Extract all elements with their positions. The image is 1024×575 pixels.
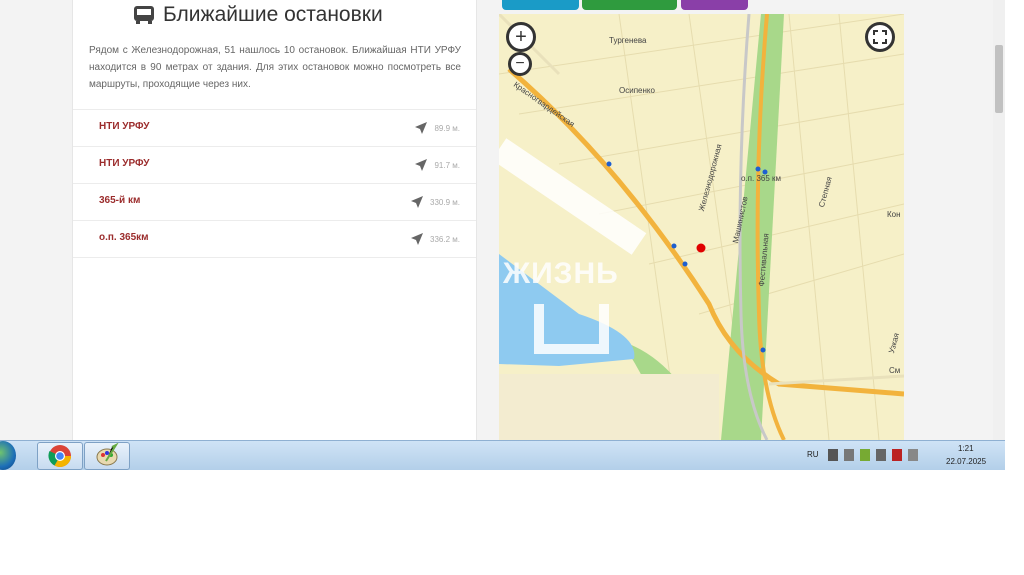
map-mode-button[interactable] (582, 0, 677, 10)
photo-mode-button[interactable] (681, 0, 748, 10)
stop-name[interactable]: НТИ УРФУ (99, 158, 149, 169)
clock-time[interactable]: 1:21 (958, 444, 974, 453)
fullscreen-icon (873, 30, 887, 44)
navigation-arrow-icon (415, 159, 428, 171)
stop-name[interactable]: о.п. 365км (99, 232, 149, 243)
paint-icon (96, 443, 119, 466)
app-tray-icon[interactable] (860, 449, 870, 461)
zoom-out-icon: − (515, 55, 525, 72)
stop-distance-value: 330.9 м. (430, 197, 460, 207)
stop-name[interactable]: 365-й км (99, 195, 140, 206)
zoom-in-icon: + (515, 26, 527, 48)
stop-row[interactable]: НТИ УРФУ 89.9 м. (73, 109, 476, 146)
scrollbar-thumb[interactable] (995, 45, 1003, 113)
stops-header: Ближайшие остановки (133, 0, 383, 30)
flag-icon[interactable] (844, 449, 854, 461)
street-label: Тургенева (609, 36, 647, 45)
network-icon[interactable] (828, 449, 838, 461)
volume-icon[interactable] (876, 449, 886, 461)
antivirus-icon[interactable] (892, 449, 902, 461)
navigation-arrow-icon (415, 122, 428, 134)
fullscreen-button[interactable] (865, 22, 895, 52)
stop-distance-value: 91.7 м. (434, 160, 460, 170)
windows-taskbar: RU 1:21 22.07.2025 (0, 440, 1005, 470)
zoom-out-button[interactable]: − (508, 52, 532, 76)
navigation-arrow-icon (411, 196, 424, 208)
stop-row[interactable]: НТИ УРФУ 91.7 м. (73, 146, 476, 183)
page-scrollbar[interactable] (993, 0, 1005, 440)
street-label: Осипенко (619, 86, 655, 95)
street-label: Кон (887, 210, 901, 219)
stop-row[interactable]: 365-й км 330.9 м. (73, 183, 476, 220)
navigation-arrow-icon (411, 233, 424, 245)
stops-description: Рядом с Железнодорожная, 51 нашлось 10 о… (89, 45, 461, 90)
stop-row[interactable]: о.п. 365км 336.2 м. (73, 220, 476, 258)
clock-date[interactable]: 22.07.2025 (946, 457, 986, 466)
stop-distance: 89.9 м. (414, 121, 460, 135)
stop-distance-value: 89.9 м. (434, 123, 460, 133)
stops-title: Ближайшие остановки (163, 3, 383, 26)
watermark-text: ЖИЗНЬ (503, 257, 619, 290)
street-label: См (889, 366, 901, 375)
nearest-stops-panel: Ближайшие остановки Рядом с Железнодорож… (72, 0, 477, 440)
stop-name[interactable]: НТИ УРФУ (99, 121, 149, 132)
start-button[interactable] (0, 441, 16, 470)
browser-page: Ближайшие остановки Рядом с Железнодорож… (0, 0, 1005, 440)
stop-distance-value: 336.2 м. (430, 234, 460, 244)
stop-distance: 91.7 м. (414, 158, 460, 172)
taskbar-chrome[interactable] (37, 442, 83, 470)
stop-distance: 336.2 м. (410, 232, 460, 246)
directions-button[interactable] (502, 0, 579, 10)
map-canvas (499, 14, 904, 440)
signal-icon[interactable] (908, 449, 918, 461)
tray-icons (828, 449, 918, 463)
stop-label: о.п. 365 км (741, 174, 782, 183)
house-marker[interactable] (696, 243, 706, 253)
chrome-icon (48, 445, 71, 467)
language-indicator[interactable]: RU (807, 450, 819, 459)
stop-distance: 330.9 м. (410, 195, 460, 209)
map-view[interactable]: Тургенева Осипенко Красногвардейская Жел… (499, 14, 904, 440)
taskbar-paint[interactable] (84, 442, 130, 470)
zoom-in-button[interactable]: + (506, 22, 536, 52)
bus-icon (134, 6, 154, 24)
